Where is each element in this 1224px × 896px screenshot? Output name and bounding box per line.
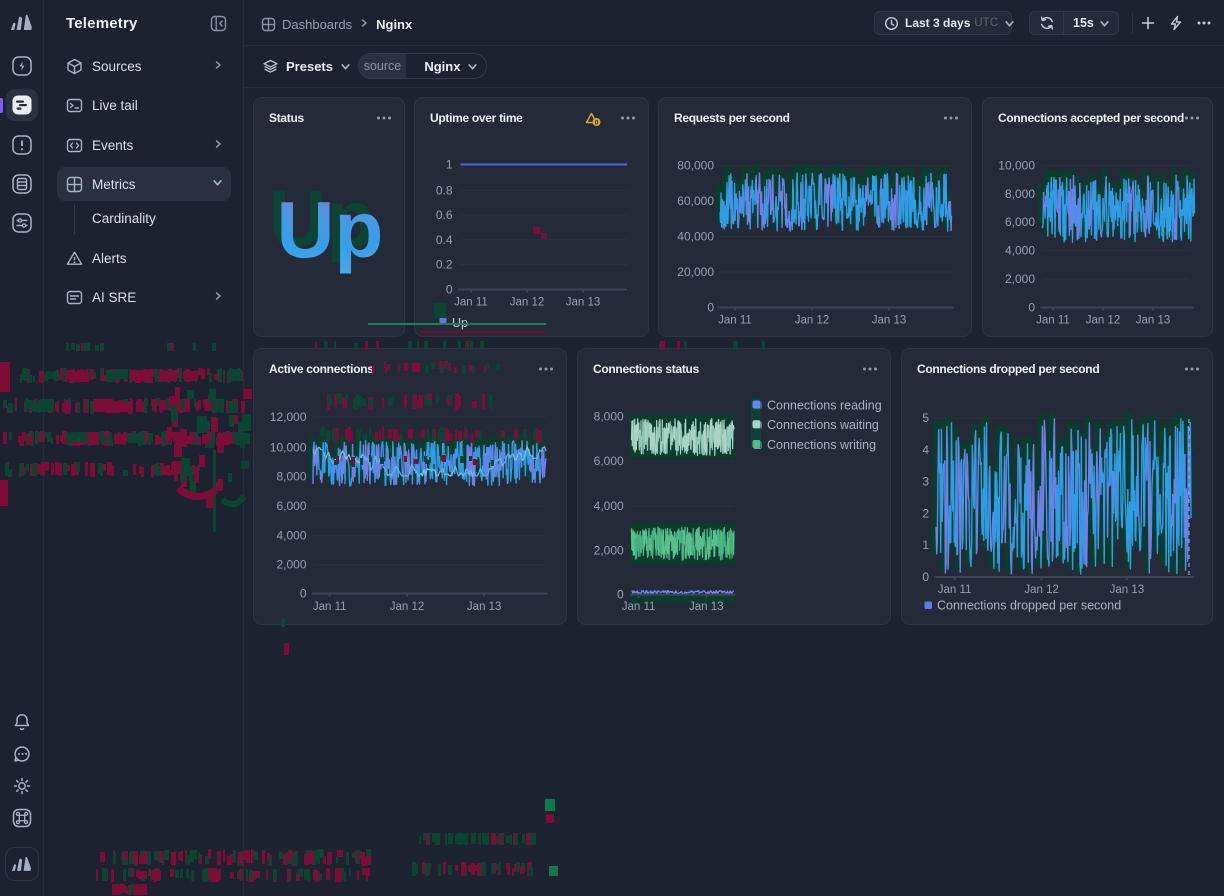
svg-text:0.6: 0.6 bbox=[436, 208, 453, 222]
svg-text:Up: Up bbox=[452, 316, 468, 330]
svg-text:8,000: 8,000 bbox=[276, 469, 306, 483]
svg-text:5: 5 bbox=[922, 411, 929, 425]
svg-text:4,000: 4,000 bbox=[594, 499, 624, 513]
svg-text:1: 1 bbox=[922, 538, 929, 552]
svg-text:Jan 11: Jan 11 bbox=[454, 297, 488, 309]
svg-text:Jan 13: Jan 13 bbox=[467, 601, 502, 613]
svg-text:Connections writing: Connections writing bbox=[767, 438, 876, 452]
svg-text:Jan 11: Jan 11 bbox=[622, 601, 656, 613]
svg-text:0: 0 bbox=[617, 588, 624, 602]
svg-text:Jan 12: Jan 12 bbox=[390, 601, 425, 613]
svg-text:Jan 12: Jan 12 bbox=[795, 315, 830, 327]
svg-text:2,000: 2,000 bbox=[1005, 272, 1035, 286]
svg-text:40,000: 40,000 bbox=[677, 230, 714, 244]
svg-text:Connections waiting: Connections waiting bbox=[767, 418, 879, 432]
svg-text:0.8: 0.8 bbox=[436, 183, 453, 197]
svg-text:1: 1 bbox=[446, 158, 453, 172]
svg-text:Jan 12: Jan 12 bbox=[1024, 584, 1059, 596]
svg-text:60,000: 60,000 bbox=[677, 194, 714, 208]
svg-text:0: 0 bbox=[595, 119, 599, 126]
svg-text:Jan 11: Jan 11 bbox=[1036, 315, 1070, 327]
svg-text:0: 0 bbox=[300, 587, 307, 601]
svg-text:4: 4 bbox=[922, 443, 929, 457]
svg-text:2,000: 2,000 bbox=[594, 544, 624, 558]
svg-text:Jan 12: Jan 12 bbox=[1086, 315, 1121, 327]
svg-text:Jan 13: Jan 13 bbox=[872, 315, 907, 327]
svg-text:Jan 11: Jan 11 bbox=[718, 315, 752, 327]
svg-text:12,000: 12,000 bbox=[270, 410, 307, 424]
svg-text:0.4: 0.4 bbox=[436, 233, 453, 247]
svg-text:0: 0 bbox=[707, 301, 714, 315]
svg-text:2: 2 bbox=[922, 506, 929, 520]
svg-text:Jan 13: Jan 13 bbox=[1110, 584, 1145, 596]
svg-text:4,000: 4,000 bbox=[276, 529, 306, 543]
svg-text:6,000: 6,000 bbox=[1005, 215, 1035, 229]
svg-text:Jan 13: Jan 13 bbox=[689, 601, 724, 613]
svg-text:Connections dropped per second: Connections dropped per second bbox=[937, 599, 1121, 613]
svg-text:8,000: 8,000 bbox=[594, 409, 624, 423]
svg-text:10,000: 10,000 bbox=[998, 159, 1035, 173]
svg-text:0.2: 0.2 bbox=[436, 258, 453, 272]
svg-text:10,000: 10,000 bbox=[270, 440, 307, 454]
svg-text:6,000: 6,000 bbox=[276, 499, 306, 513]
svg-text:6,000: 6,000 bbox=[594, 454, 624, 468]
svg-text:Jan 13: Jan 13 bbox=[1136, 315, 1171, 327]
svg-text:Jan 12: Jan 12 bbox=[510, 297, 545, 309]
svg-text:Connections reading: Connections reading bbox=[767, 399, 882, 413]
svg-text:Jan 13: Jan 13 bbox=[566, 297, 601, 309]
svg-text:2,000: 2,000 bbox=[276, 558, 306, 572]
svg-text:0: 0 bbox=[446, 283, 453, 297]
svg-text:8,000: 8,000 bbox=[1005, 187, 1035, 201]
svg-text:20,000: 20,000 bbox=[677, 265, 714, 279]
svg-text:4,000: 4,000 bbox=[1005, 244, 1035, 258]
svg-text:Jan 11: Jan 11 bbox=[938, 584, 972, 596]
svg-text:0: 0 bbox=[922, 570, 929, 584]
svg-text:Jan 11: Jan 11 bbox=[313, 601, 347, 613]
svg-text:3: 3 bbox=[922, 475, 929, 489]
svg-text:80,000: 80,000 bbox=[677, 159, 714, 173]
svg-text:Up: Up bbox=[277, 185, 384, 274]
svg-text:0: 0 bbox=[1028, 301, 1035, 315]
